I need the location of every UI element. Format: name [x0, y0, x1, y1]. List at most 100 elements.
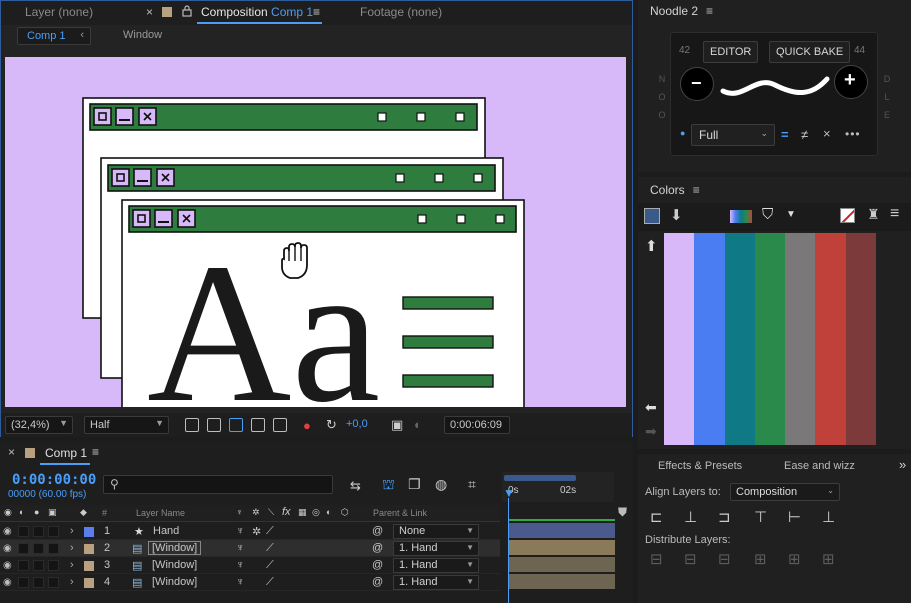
label-color[interactable] — [84, 544, 94, 554]
arrow-left-icon[interactable]: ⬅ — [645, 399, 657, 416]
panel-menu-icon[interactable]: ≡ — [92, 445, 99, 459]
solo-toggle-icon[interactable]: ● — [34, 507, 39, 517]
video-toggle-icon[interactable]: ◉ — [4, 507, 12, 518]
pickwhip-icon[interactable]: @ — [372, 576, 383, 588]
close-icon[interactable]: × — [146, 5, 153, 19]
shy-icon[interactable]: ♆ — [236, 576, 244, 588]
parent-select[interactable]: 1. Hand ▼ — [393, 558, 479, 573]
minus-button[interactable]: − — [680, 67, 714, 101]
color-swatch[interactable] — [815, 233, 846, 445]
color-swatch[interactable] — [754, 233, 786, 445]
work-area-bar[interactable] — [504, 475, 576, 481]
tab-footage[interactable]: Footage (none) — [360, 5, 442, 19]
shy-icon[interactable]: ♆ — [236, 507, 243, 517]
grid-guides-icon[interactable] — [273, 418, 287, 432]
mode-select[interactable]: Full ⌄ — [691, 124, 775, 146]
distribute-right-icon[interactable]: ⊞ — [822, 550, 835, 568]
arrow-down-icon[interactable]: ⬇ — [670, 206, 683, 224]
mask-visibility-icon[interactable] — [229, 418, 243, 432]
frame-blending-icon[interactable]: ❐ — [408, 476, 421, 493]
fast-preview-icon[interactable] — [185, 418, 199, 432]
panel-menu-icon[interactable]: ≡ — [706, 4, 713, 18]
audio-box[interactable] — [18, 543, 29, 554]
column-number[interactable]: # — [102, 508, 107, 518]
bookmark-icon[interactable]: ⛉ — [762, 206, 773, 223]
panel-menu-icon[interactable]: ≡ — [313, 5, 320, 19]
layer-name[interactable]: [Window] — [152, 576, 197, 588]
solo-box[interactable] — [33, 543, 44, 554]
layer-search-input[interactable]: ⚲ — [103, 475, 333, 494]
palette-icon[interactable] — [730, 210, 752, 223]
breadcrumb-comp[interactable]: Comp 1 ‹ — [17, 27, 91, 45]
pickwhip-icon[interactable]: @ — [372, 542, 383, 554]
audio-box[interactable] — [18, 526, 29, 537]
pickwhip-icon[interactable]: @ — [372, 525, 383, 537]
column-layer-name[interactable]: Layer Name — [136, 508, 185, 518]
parent-select[interactable]: 1. Hand ▼ — [393, 575, 479, 590]
panel-menu-icon[interactable]: ≡ — [693, 183, 700, 197]
lock-box[interactable] — [48, 560, 59, 571]
marker-icon[interactable]: ⛊ — [618, 505, 627, 520]
solo-box[interactable] — [33, 560, 44, 571]
graph-editor-icon[interactable]: ⌗ — [468, 476, 476, 493]
tab-effects-presets[interactable]: Effects & Presets — [658, 460, 742, 472]
shy-icon[interactable]: ♆ — [236, 542, 244, 554]
brush-icon[interactable]: ♜ — [867, 206, 880, 223]
layer-bar-hand[interactable] — [509, 523, 615, 538]
audio-box[interactable] — [18, 560, 29, 571]
close-icon[interactable]: × — [8, 445, 15, 459]
exposure-value[interactable]: +0,0 — [346, 418, 368, 430]
quality-icon[interactable]: ⟋ — [266, 542, 274, 555]
audio-toggle-icon[interactable]: ◖ — [18, 507, 23, 517]
color-swatch[interactable] — [845, 233, 876, 445]
region-of-interest-icon[interactable] — [251, 418, 265, 432]
solo-box[interactable] — [33, 526, 44, 537]
audio-box[interactable] — [18, 577, 29, 588]
label-color[interactable] — [84, 561, 94, 571]
rgb-channel-icon[interactable]: ● — [303, 418, 311, 433]
pickwhip-icon[interactable]: @ — [372, 559, 383, 571]
collapse-icon[interactable]: ✲ — [252, 507, 260, 518]
chevron-right-icon[interactable]: › — [70, 559, 74, 571]
align-bottom-icon[interactable]: ⊥ — [822, 508, 835, 526]
frame-blend-col-icon[interactable]: ▦ — [298, 507, 307, 518]
current-timecode[interactable]: 0:00:00:00 — [12, 472, 96, 488]
motion-blur-col-icon[interactable]: ◎ — [312, 507, 320, 518]
table-row[interactable]: ◉ › 1 ★ Hand ♆ ✲ ⟋ @ None ▼ — [0, 523, 500, 540]
transparency-grid-icon[interactable] — [207, 418, 221, 432]
tab-ease-and-wizz[interactable]: Ease and wizz — [784, 460, 855, 472]
distribute-v-center-icon[interactable]: ⊟ — [684, 550, 697, 568]
layer-name[interactable]: [Window] — [148, 541, 202, 555]
label-tag-icon[interactable]: ◆ — [80, 507, 87, 518]
lock-toggle-icon[interactable]: ▣ — [48, 507, 57, 518]
distribute-top-icon[interactable]: ⊟ — [650, 550, 663, 568]
list-icon[interactable]: ≡ — [890, 205, 899, 223]
distribute-left-icon[interactable]: ⊞ — [754, 550, 767, 568]
plus-button[interactable]: + — [834, 65, 868, 99]
dropdown-icon[interactable]: ▼ — [786, 209, 796, 220]
label-color[interactable] — [84, 578, 94, 588]
eye-icon[interactable]: ◉ — [3, 577, 12, 588]
palette-picker-icon[interactable] — [644, 208, 660, 224]
table-row[interactable]: ◉ › 2 ▤ [Window] ♆ ⟋ @ 1. Hand ▼ — [0, 540, 500, 557]
more-icon[interactable]: ••• — [845, 127, 861, 141]
layer-bar-window[interactable] — [509, 540, 615, 555]
align-top-icon[interactable]: ⊤ — [754, 508, 767, 526]
tab-layer[interactable]: Layer (none) — [25, 5, 93, 19]
chevron-right-icon[interactable]: › — [70, 542, 74, 554]
color-swatch[interactable] — [785, 233, 816, 445]
color-swatch[interactable] — [724, 233, 755, 445]
noodle-curve-icon[interactable] — [719, 71, 831, 101]
shy-icon[interactable]: ♆ — [236, 525, 244, 537]
lock-icon[interactable] — [182, 5, 192, 20]
quality-icon[interactable]: ⟋ — [266, 576, 274, 589]
chevron-right-icon[interactable]: › — [70, 576, 74, 588]
shy-icon[interactable]: ♆ — [236, 559, 244, 571]
editor-button[interactable]: EDITOR — [703, 41, 759, 63]
color-swatch[interactable] — [664, 233, 695, 445]
color-swatch[interactable] — [694, 233, 725, 445]
lock-box[interactable] — [48, 577, 59, 588]
reset-exposure-icon[interactable]: ↻ — [326, 417, 337, 433]
chevron-right-icon[interactable]: › — [70, 525, 74, 537]
parent-select[interactable]: 1. Hand ▼ — [393, 541, 479, 556]
